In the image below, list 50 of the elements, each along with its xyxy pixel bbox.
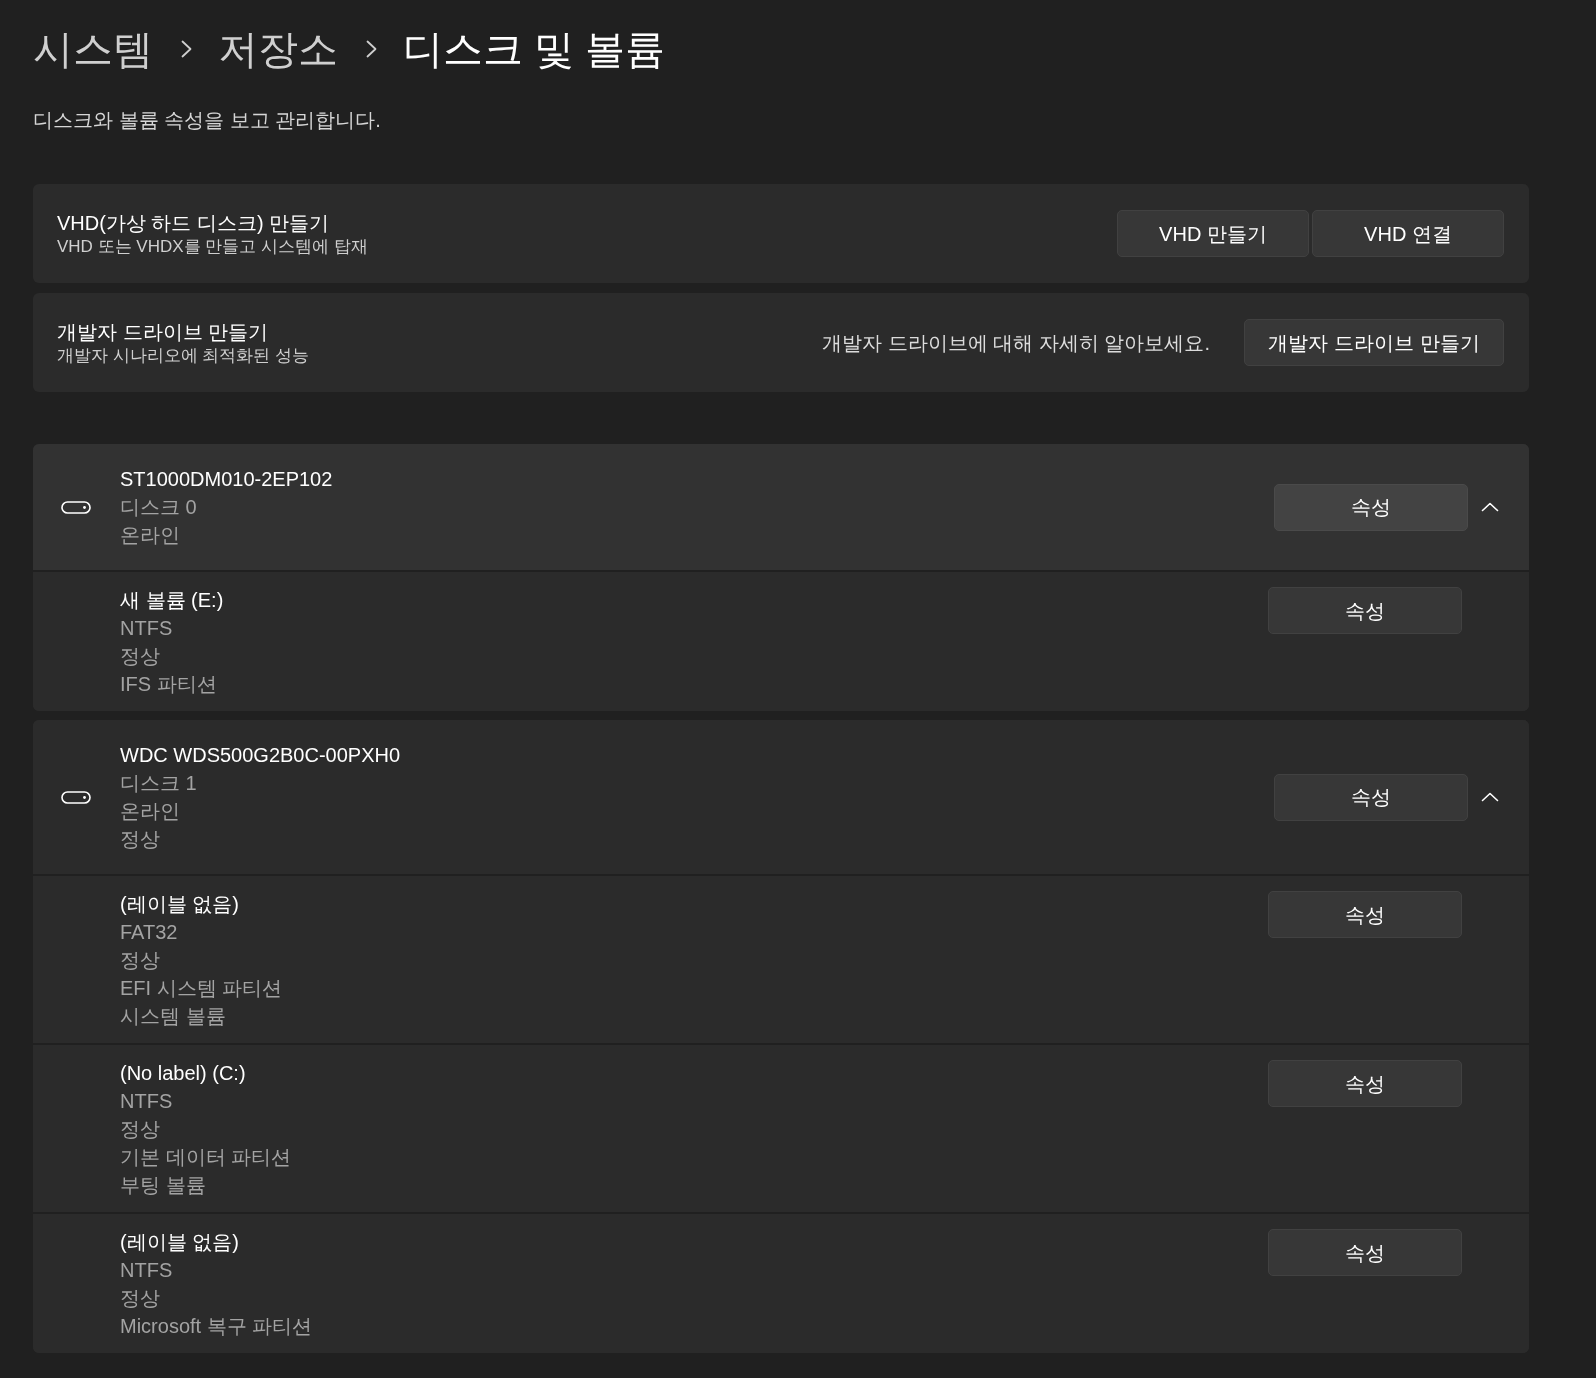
card-title: VHD(가상 하드 디스크) 만들기 bbox=[57, 210, 331, 236]
page-title: 디스크 및 볼륨 bbox=[403, 26, 666, 73]
page-description: 디스크와 볼륨 속성을 보고 관리합니다. bbox=[33, 108, 382, 133]
card-subtitle: 개발자 시나리오에 최적화된 성능 bbox=[57, 344, 311, 367]
properties-button[interactable]: 속성 bbox=[1268, 1060, 1462, 1107]
volume-detail: 시스템 볼륨 bbox=[120, 1004, 227, 1029]
chevron-up-icon[interactable] bbox=[1481, 792, 1499, 802]
volume-detail: 정상 bbox=[120, 644, 161, 669]
volume-detail: 정상 bbox=[120, 948, 161, 973]
disk-detail: 정상 bbox=[120, 827, 161, 852]
volume-detail: Microsoft 복구 파티션 bbox=[120, 1314, 314, 1339]
properties-button[interactable]: 속성 bbox=[1268, 891, 1462, 938]
disk-name: ST1000DM010-2EP102 bbox=[120, 467, 334, 492]
disk-detail: 디스크 1 bbox=[120, 771, 198, 796]
action-button[interactable]: VHD 연결 bbox=[1312, 210, 1504, 257]
volume-name: (레이블 없음) bbox=[120, 892, 240, 917]
volume-detail: NTFS bbox=[120, 1258, 174, 1283]
chevron-right-icon bbox=[366, 40, 377, 58]
action-button[interactable]: VHD 만들기 bbox=[1117, 210, 1309, 257]
drive-icon bbox=[61, 790, 91, 804]
disk-detail: 온라인 bbox=[120, 799, 181, 824]
volume-detail: 기본 데이터 파티션 bbox=[120, 1145, 293, 1170]
volume-name: (No label) (C:) bbox=[120, 1061, 247, 1086]
card-subtitle: VHD 또는 VHDX를 만들고 시스템에 탑재 bbox=[57, 235, 369, 258]
properties-button[interactable]: 속성 bbox=[1274, 773, 1468, 821]
card-title: 개발자 드라이브 만들기 bbox=[57, 319, 270, 345]
disk-header[interactable]: ST1000DM010-2EP102 디스크 0 온라인 속성 bbox=[33, 444, 1529, 570]
volume-name: (레이블 없음) bbox=[120, 1230, 240, 1255]
learn-more-link[interactable]: 개발자 드라이브에 대해 자세히 알아보세요. bbox=[822, 327, 1210, 358]
properties-button[interactable]: 속성 bbox=[1274, 483, 1468, 531]
breadcrumb-link[interactable]: 시스템 bbox=[33, 22, 153, 76]
volume-detail: FAT32 bbox=[120, 920, 179, 945]
volume-detail: 정상 bbox=[120, 1117, 161, 1142]
chevron-up-icon[interactable] bbox=[1481, 502, 1499, 512]
volume-detail: EFI 시스템 파티션 bbox=[120, 976, 284, 1001]
disk-name: WDC WDS500G2B0C-00PXH0 bbox=[120, 743, 402, 768]
action-button[interactable]: 개발자 드라이브 만들기 bbox=[1244, 319, 1504, 366]
properties-button[interactable]: 속성 bbox=[1268, 587, 1462, 634]
disk-detail: 디스크 0 bbox=[120, 495, 198, 520]
volume-detail: IFS 파티션 bbox=[120, 672, 218, 697]
disk-detail: 온라인 bbox=[120, 523, 181, 548]
volume-name: 새 볼륨 (E:) bbox=[120, 588, 225, 613]
chevron-right-icon bbox=[181, 40, 192, 58]
volume-detail: NTFS bbox=[120, 616, 174, 641]
volume-detail: 부팅 볼륨 bbox=[120, 1173, 207, 1198]
properties-button[interactable]: 속성 bbox=[1268, 1229, 1462, 1276]
drive-icon bbox=[61, 500, 91, 514]
volume-detail: 정상 bbox=[120, 1286, 161, 1311]
breadcrumb-link[interactable]: 저장소 bbox=[218, 22, 338, 76]
volume-detail: NTFS bbox=[120, 1089, 174, 1114]
